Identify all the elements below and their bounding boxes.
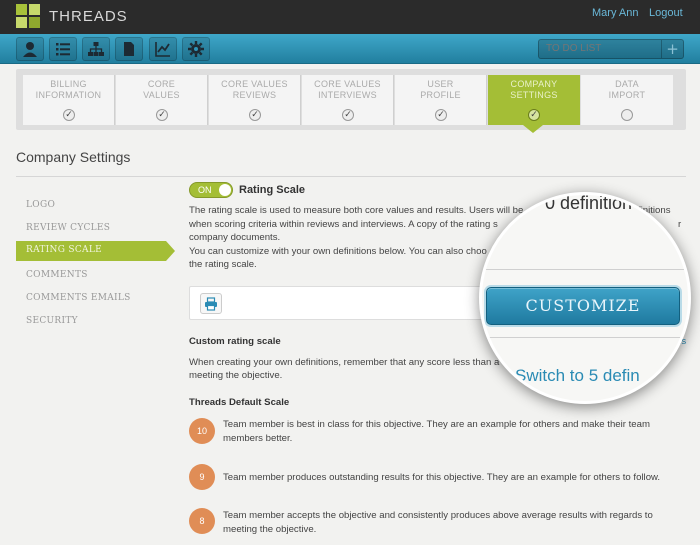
rating-scale-toggle[interactable]: ON bbox=[189, 182, 233, 198]
people-button[interactable] bbox=[16, 37, 44, 61]
gear-icon bbox=[188, 41, 204, 57]
step-core-values[interactable]: CORE VALUES ✓ bbox=[116, 75, 208, 125]
score-description: Team member is best in class for this ob… bbox=[223, 419, 650, 444]
logout-link[interactable]: Logout bbox=[649, 7, 683, 19]
threads-logo-icon[interactable] bbox=[16, 4, 41, 29]
app-title: THREADS bbox=[49, 8, 128, 25]
magnified-text: 0 definition bbox=[545, 193, 633, 213]
step-data-import[interactable]: DATA IMPORT bbox=[581, 75, 673, 125]
step-user-profile[interactable]: USER PROFILE ✓ bbox=[395, 75, 487, 125]
score-badge: 9 bbox=[189, 464, 215, 490]
sidebar-item-comments[interactable]: COMMENTS bbox=[26, 270, 88, 280]
todo-list-input[interactable] bbox=[546, 43, 656, 54]
todo-add-button[interactable]: + bbox=[661, 40, 683, 58]
setup-steps: BILLING INFORMATION ✓ CORE VALUES ✓ CORE… bbox=[16, 69, 686, 130]
sidebar-item-label: RATING SCALE bbox=[26, 245, 102, 255]
list-icon bbox=[56, 43, 70, 56]
score-description: Team member produces outstanding results… bbox=[223, 472, 661, 483]
description-line-tail: r bbox=[678, 219, 682, 230]
sidebar-item-rating-scale[interactable]: RATING SCALE bbox=[16, 241, 175, 261]
step-company-settings[interactable]: COMPANY SETTINGS ✓ bbox=[488, 75, 580, 125]
divider bbox=[16, 176, 686, 177]
user-name-link[interactable]: Mary Ann bbox=[592, 7, 638, 19]
check-icon: ✓ bbox=[342, 109, 354, 121]
user-icon bbox=[23, 42, 37, 57]
check-icon: ✓ bbox=[528, 109, 540, 121]
documents-icon bbox=[124, 42, 134, 56]
sidebar-item-security[interactable]: SECURITY bbox=[26, 316, 78, 326]
step-label: COMPANY SETTINGS bbox=[510, 79, 558, 100]
org-chart-button[interactable] bbox=[82, 37, 110, 61]
empty-circle-icon bbox=[621, 109, 633, 121]
print-button[interactable] bbox=[200, 293, 222, 314]
divider bbox=[482, 337, 688, 338]
page-title: Company Settings bbox=[16, 149, 131, 165]
printer-icon bbox=[205, 296, 217, 311]
step-label: USER PROFILE bbox=[420, 79, 461, 100]
custom-rating-heading: Custom rating scale bbox=[189, 336, 281, 347]
divider bbox=[482, 269, 688, 270]
toggle-knob bbox=[219, 184, 231, 196]
switch-definitions-link[interactable]: Switch to 5 defin bbox=[515, 366, 640, 386]
rating-scale-title: Rating Scale bbox=[239, 184, 306, 196]
check-icon: ✓ bbox=[156, 109, 168, 121]
check-icon: ✓ bbox=[249, 109, 261, 121]
top-bar: THREADS Mary Ann Logout bbox=[0, 0, 700, 34]
step-billing-information[interactable]: BILLING INFORMATION ✓ bbox=[23, 75, 115, 125]
step-core-values-interviews[interactable]: CORE VALUES INTERVIEWS ✓ bbox=[302, 75, 394, 125]
toggle-label: ON bbox=[198, 185, 212, 195]
customize-button[interactable]: CUSTOMIZE bbox=[486, 287, 680, 325]
step-label: CORE VALUES bbox=[143, 79, 180, 100]
sidebar-item-comments-emails[interactable]: COMMENTS EMAILS bbox=[26, 293, 131, 303]
step-core-values-reviews[interactable]: CORE VALUES REVIEWS ✓ bbox=[209, 75, 301, 125]
step-label: CORE VALUES INTERVIEWS bbox=[314, 79, 381, 100]
todo-list-box: + bbox=[538, 39, 684, 59]
org-chart-icon bbox=[88, 42, 104, 56]
sidebar-item-review-cycles[interactable]: REVIEW CYCLES bbox=[26, 223, 110, 233]
documents-button[interactable] bbox=[115, 37, 143, 61]
step-label: DATA IMPORT bbox=[608, 79, 646, 100]
step-label: BILLING INFORMATION bbox=[35, 79, 102, 100]
sidebar-item-logo[interactable]: LOGO bbox=[26, 200, 55, 210]
magnifier-callout: 0 definition CUSTOMIZE Switch to 5 defin bbox=[479, 192, 691, 404]
score-badge: 8 bbox=[189, 508, 215, 534]
check-icon: ✓ bbox=[435, 109, 447, 121]
score-description: Team member accepts the objective and co… bbox=[223, 510, 653, 535]
chart-icon bbox=[155, 42, 170, 57]
reports-button[interactable] bbox=[149, 37, 177, 61]
list-button[interactable] bbox=[49, 37, 77, 61]
check-icon: ✓ bbox=[63, 109, 75, 121]
score-badge: 10 bbox=[189, 418, 215, 444]
step-label: CORE VALUES REVIEWS bbox=[221, 79, 288, 100]
settings-button[interactable] bbox=[182, 37, 210, 61]
active-step-pointer bbox=[523, 125, 543, 133]
default-scale-heading: Threads Default Scale bbox=[189, 397, 290, 408]
